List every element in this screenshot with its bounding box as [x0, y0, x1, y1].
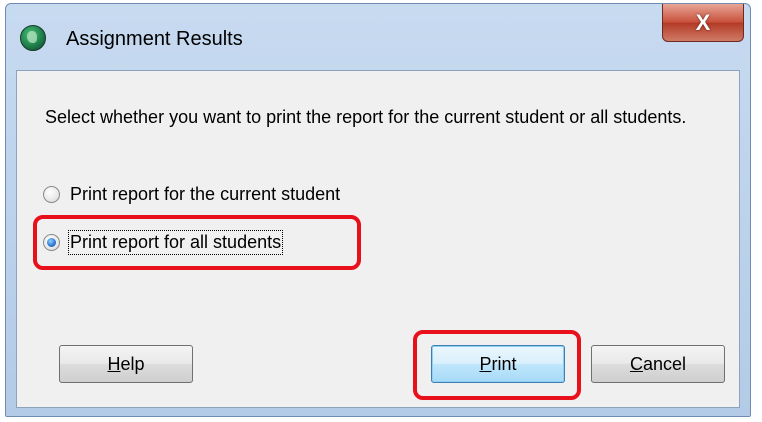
help-label: elp — [120, 353, 145, 374]
dialog-body: Select whether you want to print the rep… — [16, 70, 740, 408]
title-bar[interactable]: Assignment Results X — [6, 4, 750, 70]
cancel-label: ancel — [642, 353, 687, 374]
print-mnemonic: P — [479, 353, 492, 374]
option-current-student[interactable]: Print report for the current student — [43, 179, 340, 209]
cancel-button[interactable]: Cancel — [591, 345, 725, 383]
instruction-text: Select whether you want to print the rep… — [45, 107, 687, 127]
dialog-window: Assignment Results X Select whether you … — [5, 3, 751, 417]
print-label: rint — [491, 353, 517, 374]
option-all-students[interactable]: Print report for all students — [43, 227, 284, 257]
print-button[interactable]: Print — [431, 345, 565, 383]
option-current-student-label: Print report for the current student — [70, 183, 341, 204]
cancel-mnemonic: C — [629, 353, 643, 374]
option-all-students-label: Print report for all students — [67, 229, 284, 255]
close-icon: X — [695, 10, 711, 35]
radio-current-student[interactable] — [43, 185, 60, 203]
window-title: Assignment Results — [66, 28, 243, 50]
help-mnemonic: H — [107, 353, 121, 374]
close-button[interactable]: X — [662, 4, 744, 42]
help-button[interactable]: Help — [59, 345, 193, 383]
app-globe-icon — [20, 25, 46, 51]
radio-all-students[interactable] — [43, 233, 60, 251]
